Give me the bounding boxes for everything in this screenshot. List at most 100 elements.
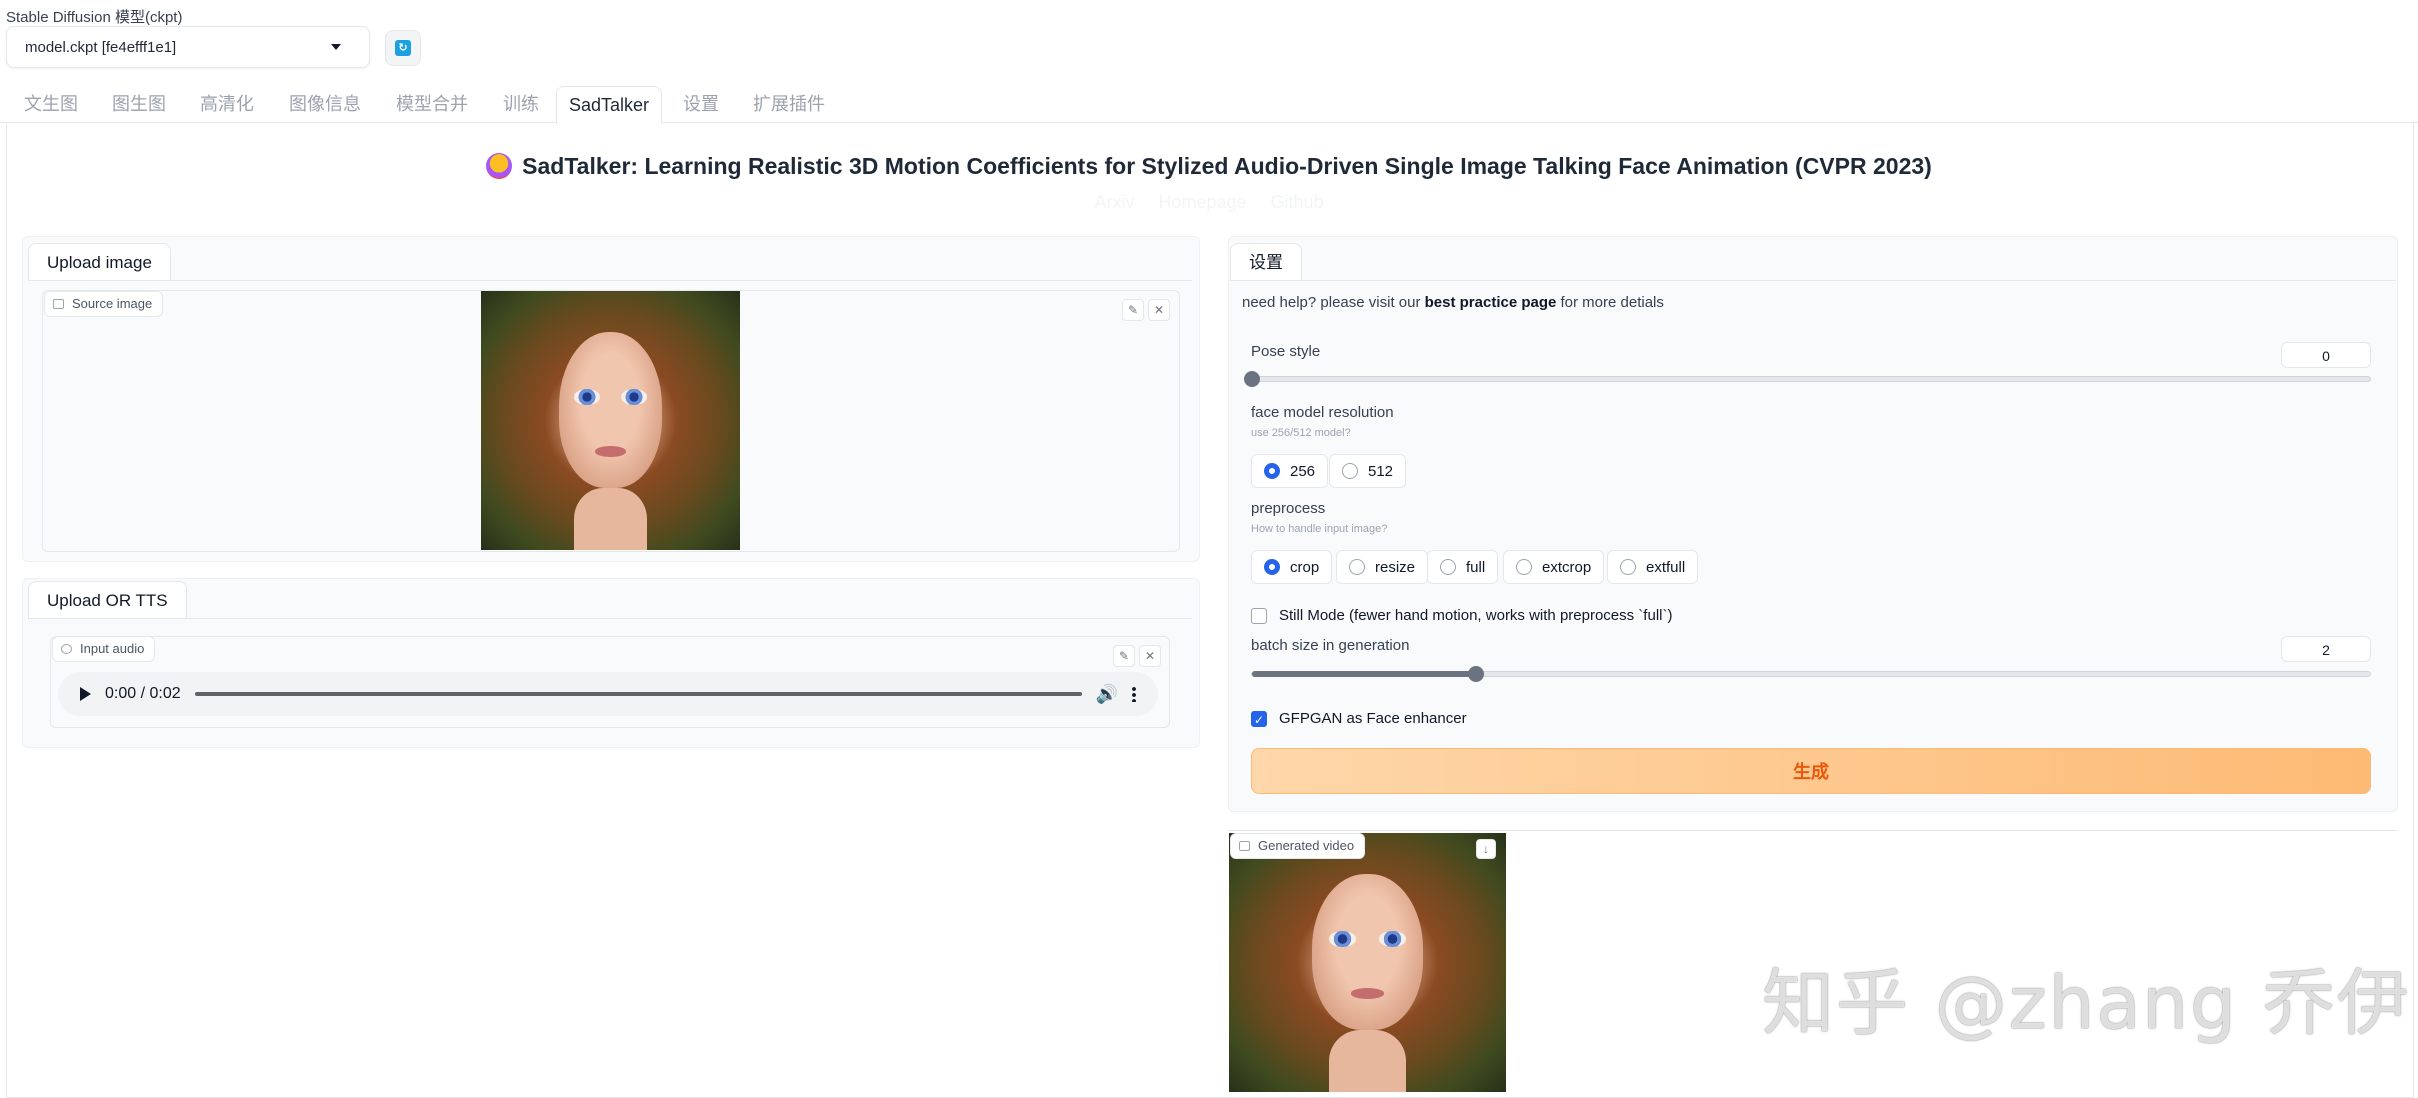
link-arxiv[interactable]: Arxiv	[1094, 192, 1134, 216]
preprocess-hint: How to handle input image?	[1251, 523, 1388, 535]
radio-label: 512	[1368, 462, 1394, 480]
title-row: SadTalker: Learning Realistic 3D Motion …	[0, 148, 2418, 184]
ckpt-select[interactable]: model.ckpt [fe4efff1e1]	[6, 26, 370, 68]
download-button[interactable]: ↓	[1476, 839, 1496, 859]
still-mode-checkbox[interactable]: Still Mode (fewer hand motion, works wit…	[1251, 607, 1672, 624]
radio-label: resize	[1375, 558, 1416, 576]
still-mode-label: Still Mode (fewer hand motion, works wit…	[1279, 607, 1673, 624]
main-tabs: 文生图 图生图 高清化 图像信息 模型合并 训练 SadTalker 设置 扩展…	[0, 86, 2418, 124]
tab-settings[interactable]: 设置	[671, 86, 731, 123]
music-icon	[61, 644, 72, 654]
audio-time: 0:00 / 0:02	[105, 685, 181, 702]
play-icon[interactable]	[80, 687, 91, 701]
radio-dot	[1440, 559, 1456, 575]
clear-image-button[interactable]: ✕	[1148, 299, 1170, 321]
video-icon	[1239, 841, 1250, 851]
pose-style-slider[interactable]	[1244, 371, 2371, 387]
edit-image-button[interactable]: ✎	[1122, 299, 1144, 321]
tab-divider	[28, 280, 1192, 281]
gfpgan-label: GFPGAN as Face enhancer	[1279, 710, 1467, 727]
volume-icon[interactable]: 🔊	[1096, 684, 1118, 705]
batch-size-fill	[1252, 671, 1476, 677]
radio-dot	[1516, 559, 1532, 575]
radio-label: 256	[1290, 462, 1316, 480]
generated-video-chip: Generated video	[1230, 833, 1366, 859]
watermark: 知乎 @zhang 乔伊	[1762, 961, 2411, 1045]
ckpt-value: model.ckpt [fe4efff1e1]	[25, 38, 177, 56]
page-title: SadTalker: Learning Realistic 3D Motion …	[522, 152, 1932, 179]
help-suffix: for more detials	[1556, 294, 1664, 311]
audio-progress-track[interactable]	[194, 692, 1082, 696]
ckpt-label: Stable Diffusion 模型(ckpt)	[6, 9, 183, 26]
radio-label: crop	[1290, 558, 1320, 576]
tab-upscale[interactable]: 高清化	[188, 86, 266, 123]
tab-upload-or-tts[interactable]: Upload OR TTS	[28, 581, 187, 619]
radio-preprocess-extfull[interactable]: extfull	[1607, 550, 1699, 584]
tab-image-info[interactable]: 图像信息	[277, 86, 373, 123]
tab-model-merge[interactable]: 模型合并	[384, 86, 480, 123]
tab-train[interactable]: 训练	[491, 86, 551, 123]
resolution-hint: use 256/512 model?	[1251, 427, 1351, 439]
batch-size-thumb[interactable]	[1467, 666, 1484, 682]
source-image	[481, 291, 740, 550]
pencil-icon: ✎	[1127, 303, 1139, 317]
input-audio-label: Input audio	[80, 641, 145, 656]
generated-video[interactable]	[1229, 833, 1506, 1092]
resolution-label: face model resolution	[1251, 404, 1394, 421]
refresh-button[interactable]: ↻	[385, 30, 421, 66]
radio-resolution-256[interactable]: 256	[1251, 454, 1329, 488]
pose-style-input[interactable]: 0	[2281, 342, 2371, 368]
radio-resolution-512[interactable]: 512	[1329, 454, 1407, 488]
help-prefix: need help? please visit our	[1242, 294, 1425, 311]
clear-audio-button[interactable]: ✕	[1139, 645, 1161, 667]
radio-preprocess-extcrop[interactable]: extcrop	[1503, 550, 1605, 584]
radio-label: extcrop	[1542, 558, 1592, 576]
radio-dot	[1620, 559, 1636, 575]
edit-audio-button[interactable]: ✎	[1113, 645, 1135, 667]
link-homepage[interactable]: Homepage	[1158, 192, 1246, 216]
link-github[interactable]: Github	[1271, 192, 1324, 216]
input-audio-chip: Input audio	[52, 636, 156, 662]
check-icon[interactable]: ✓	[1251, 710, 1267, 727]
pencil-icon: ✎	[1118, 649, 1130, 663]
close-icon: ✕	[1144, 649, 1156, 663]
radio-dot	[1349, 559, 1365, 575]
sadtalker-logo-icon	[486, 153, 513, 179]
radio-preprocess-crop[interactable]: crop	[1251, 550, 1333, 584]
download-icon: ↓	[1483, 842, 1489, 856]
radio-preprocess-full[interactable]: full	[1427, 550, 1499, 584]
radio-label: extfull	[1646, 558, 1686, 576]
tab-img2img[interactable]: 图生图	[100, 86, 178, 123]
generate-button[interactable]: 生成	[1251, 748, 2371, 794]
pose-style-label: Pose style	[1251, 343, 1321, 360]
chevron-down-icon	[331, 44, 341, 50]
tab-settings-panel[interactable]: 设置	[1230, 243, 1302, 281]
refresh-icon: ↻	[395, 40, 411, 56]
tab-txt2img[interactable]: 文生图	[12, 86, 90, 123]
batch-size-slider[interactable]	[1251, 666, 2371, 682]
tab-sadtalker[interactable]: SadTalker	[556, 86, 663, 124]
radio-preprocess-resize[interactable]: resize	[1336, 550, 1429, 584]
radio-dot	[1264, 559, 1280, 575]
batch-size-input[interactable]: 2	[2281, 636, 2371, 662]
audio-player: 0:00 / 0:02 🔊	[58, 672, 1158, 716]
radio-label: full	[1466, 558, 1486, 576]
radio-dot	[1264, 463, 1280, 479]
preprocess-label: preprocess	[1251, 500, 1326, 517]
more-options-icon[interactable]	[1132, 686, 1136, 702]
source-image-chip: Source image	[44, 291, 164, 317]
output-divider	[1228, 830, 2398, 831]
gfpgan-checkbox[interactable]: ✓ GFPGAN as Face enhancer	[1251, 710, 1467, 727]
tab-upload-image[interactable]: Upload image	[28, 243, 171, 281]
batch-size-label: batch size in generation	[1251, 637, 1410, 654]
pose-style-thumb[interactable]	[1244, 371, 1260, 387]
tab-divider	[1230, 280, 2396, 281]
image-icon	[53, 299, 64, 309]
help-text: need help? please visit our best practic…	[1242, 294, 1664, 311]
checkbox-box[interactable]	[1251, 607, 1267, 624]
tab-divider	[28, 618, 1192, 619]
best-practice-link[interactable]: best practice page	[1425, 294, 1557, 311]
links-row: Arxiv Homepage Github	[0, 192, 2418, 216]
close-icon: ✕	[1153, 303, 1165, 317]
tab-extensions[interactable]: 扩展插件	[741, 86, 837, 123]
